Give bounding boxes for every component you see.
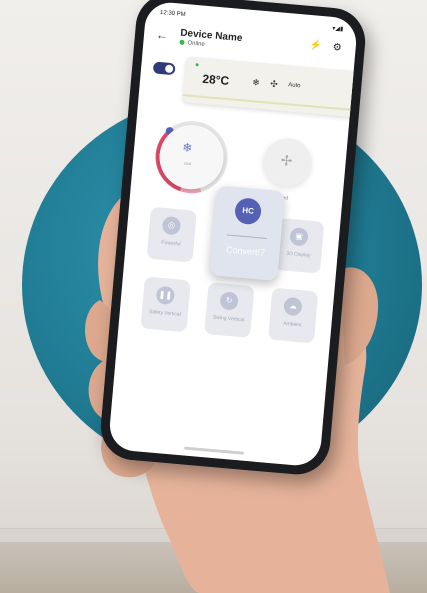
ac-vent-strip [182,94,359,112]
gear-icon[interactable]: ⚙ [332,42,342,54]
display-icon: ▣ [289,227,309,247]
status-icons: ▾◢▮ [332,25,344,33]
tile-label: Swing Vertical [212,314,245,324]
bolt-icon[interactable]: ⚡ [309,40,322,52]
dial-mode-label: cool [183,160,192,167]
fan-icon: ✣ [269,78,279,90]
ac-mode: Auto [287,82,301,90]
power-icon: ◎ [161,215,182,236]
tile-label: Safety Vertical [148,308,182,318]
tile-swing-vertical[interactable]: ↻ Swing Vertical [204,282,255,338]
power-toggle[interactable] [152,61,176,76]
tile-safety-vertical[interactable]: ❚❚ Safety Vertical [140,276,191,333]
online-status: Online [179,39,205,48]
ac-indicator-dot [195,63,199,67]
arrow-left-icon[interactable]: ← [155,28,168,43]
ac-unit-card: 28°C ❄ ✣ Auto [182,56,359,118]
tile-ambient[interactable]: ☁ Ambient [267,287,319,344]
fan-icon: ✢ [279,151,294,169]
snowflake-icon: ❄ [251,77,261,88]
convertible-label: Convert!7 [225,244,266,258]
hc-badge: HC [233,197,263,226]
phone-screen: 12:30 PM ▾◢▮ ← Device Name Online ⚡ ⚙ 28… [107,0,359,468]
ac-temperature: 28°C [201,71,230,89]
status-time: 12:30 PM [159,9,186,19]
ambient-icon: ☁ [283,296,303,317]
home-indicator[interactable] [184,446,245,455]
tile-label: 3D Display [286,250,311,259]
phone: 12:30 PM ▾◢▮ ← Device Name Online ⚡ ⚙ 28… [98,0,368,478]
snowflake-icon: ❄ [181,140,194,156]
tile-label: Ambient [282,320,302,329]
tile-powerful[interactable]: ◎ Powerful [146,206,197,263]
convertible-popup[interactable]: HC Convert!7 [209,185,285,282]
swing-icon: ↻ [219,291,239,311]
tile-label: Powerful [160,239,181,248]
pause-icon: ❚❚ [155,285,176,306]
fan-speed-button[interactable]: ✢ [261,136,314,189]
online-label: Online [187,40,205,48]
online-dot-icon [179,39,185,46]
popup-divider [226,234,267,239]
